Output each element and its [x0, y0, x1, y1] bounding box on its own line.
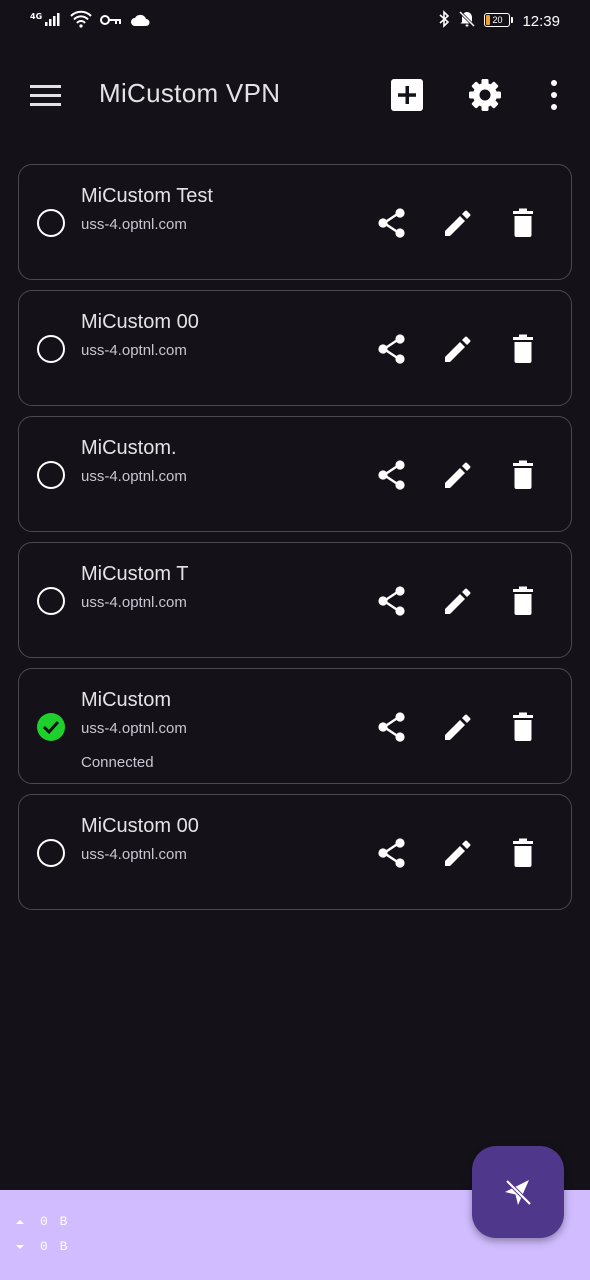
- edit-icon: [445, 462, 471, 488]
- profile-host: uss-4.optnl.com: [81, 594, 187, 611]
- menu-button[interactable]: [26, 76, 66, 116]
- delete-icon: [513, 712, 533, 741]
- profile-card[interactable]: MiCustom T uss-4.optnl.com: [18, 542, 572, 658]
- add-profile-button[interactable]: [386, 74, 428, 116]
- profile-status: Connected: [81, 754, 154, 771]
- share-button[interactable]: [374, 205, 410, 241]
- profile-radio[interactable]: [37, 209, 65, 237]
- menu-icon: [30, 85, 61, 106]
- delete-icon: [513, 208, 533, 237]
- share-icon: [378, 838, 405, 868]
- upload-row: 0 B: [14, 1214, 69, 1229]
- delete-button[interactable]: [505, 331, 541, 367]
- cloud-icon: [130, 12, 150, 31]
- network-type: 4G: [30, 11, 43, 21]
- share-button[interactable]: [374, 457, 410, 493]
- delete-button[interactable]: [505, 583, 541, 619]
- notifications-off-icon: [458, 10, 476, 32]
- edit-icon: [445, 210, 471, 236]
- edit-icon: [445, 714, 471, 740]
- upload-arrow-icon: [16, 1219, 24, 1224]
- delete-icon: [513, 586, 533, 615]
- vpn-key-icon: [100, 12, 122, 31]
- download-amount: 0 B: [40, 1239, 70, 1254]
- profile-card[interactable]: MiCustom uss-4.optnl.com Connected: [18, 668, 572, 784]
- check-icon: [42, 720, 60, 735]
- profile-host: uss-4.optnl.com: [81, 468, 187, 485]
- delete-button[interactable]: [505, 835, 541, 871]
- profile-radio[interactable]: [37, 461, 65, 489]
- more-options-button[interactable]: [534, 74, 574, 116]
- profile-host: uss-4.optnl.com: [81, 720, 187, 737]
- more-vert-icon: [551, 80, 557, 110]
- profile-card[interactable]: MiCustom. uss-4.optnl.com: [18, 416, 572, 532]
- share-button[interactable]: [374, 835, 410, 871]
- delete-icon: [513, 838, 533, 867]
- add-box-icon: [391, 79, 423, 111]
- edit-button[interactable]: [440, 205, 476, 241]
- delete-icon: [513, 334, 533, 363]
- profile-radio[interactable]: [37, 713, 65, 741]
- battery-level: 20: [492, 15, 503, 25]
- edit-button[interactable]: [440, 709, 476, 745]
- edit-button[interactable]: [440, 331, 476, 367]
- profile-card[interactable]: MiCustom 00 uss-4.optnl.com: [18, 794, 572, 910]
- share-button[interactable]: [374, 583, 410, 619]
- upload-amount: 0 B: [40, 1214, 70, 1229]
- profile-card[interactable]: MiCustom 00 uss-4.optnl.com: [18, 290, 572, 406]
- app-bar: MiCustom VPN: [0, 60, 590, 130]
- share-icon: [378, 208, 405, 238]
- profile-radio[interactable]: [37, 587, 65, 615]
- navigation-off-icon: [505, 1179, 532, 1206]
- download-arrow-icon: [16, 1244, 24, 1249]
- profile-radio[interactable]: [37, 335, 65, 363]
- profile-name: MiCustom Test: [81, 185, 213, 207]
- profile-name: MiCustom.: [81, 437, 177, 459]
- settings-icon: [469, 79, 501, 111]
- share-button[interactable]: [374, 709, 410, 745]
- share-icon: [378, 334, 405, 364]
- edit-icon: [445, 336, 471, 362]
- wifi-icon: [70, 10, 92, 32]
- settings-button[interactable]: [464, 74, 506, 116]
- delete-button[interactable]: [505, 709, 541, 745]
- profile-list: MiCustom Test uss-4.optnl.com MiCustom 0…: [18, 164, 572, 920]
- share-button[interactable]: [374, 331, 410, 367]
- profile-card[interactable]: MiCustom Test uss-4.optnl.com: [18, 164, 572, 280]
- delete-icon: [513, 460, 533, 489]
- share-icon: [378, 586, 405, 616]
- status-bar: 4G 20 12:39: [0, 0, 590, 40]
- edit-icon: [445, 840, 471, 866]
- edit-button[interactable]: [440, 835, 476, 871]
- profile-name: MiCustom: [81, 689, 172, 711]
- clock: 12:39: [522, 12, 560, 30]
- signal-icon: [44, 11, 62, 31]
- download-row: 0 B: [14, 1239, 69, 1254]
- profile-name: MiCustom 00: [81, 815, 199, 837]
- profile-name: MiCustom T: [81, 563, 189, 585]
- profile-host: uss-4.optnl.com: [81, 216, 187, 233]
- bluetooth-icon: [438, 10, 450, 32]
- edit-button[interactable]: [440, 457, 476, 493]
- app-title: MiCustom VPN: [99, 78, 281, 108]
- profile-host: uss-4.optnl.com: [81, 342, 187, 359]
- share-icon: [378, 460, 405, 490]
- battery-icon: 20: [484, 13, 514, 29]
- status-bar-right: 20 12:39: [438, 10, 560, 32]
- delete-button[interactable]: [505, 457, 541, 493]
- edit-icon: [445, 588, 471, 614]
- share-icon: [378, 712, 405, 742]
- profile-radio[interactable]: [37, 839, 65, 867]
- profile-host: uss-4.optnl.com: [81, 846, 187, 863]
- delete-button[interactable]: [505, 205, 541, 241]
- connect-fab[interactable]: [472, 1146, 564, 1238]
- profile-name: MiCustom 00: [81, 311, 199, 333]
- status-bar-left: 4G: [30, 10, 150, 32]
- edit-button[interactable]: [440, 583, 476, 619]
